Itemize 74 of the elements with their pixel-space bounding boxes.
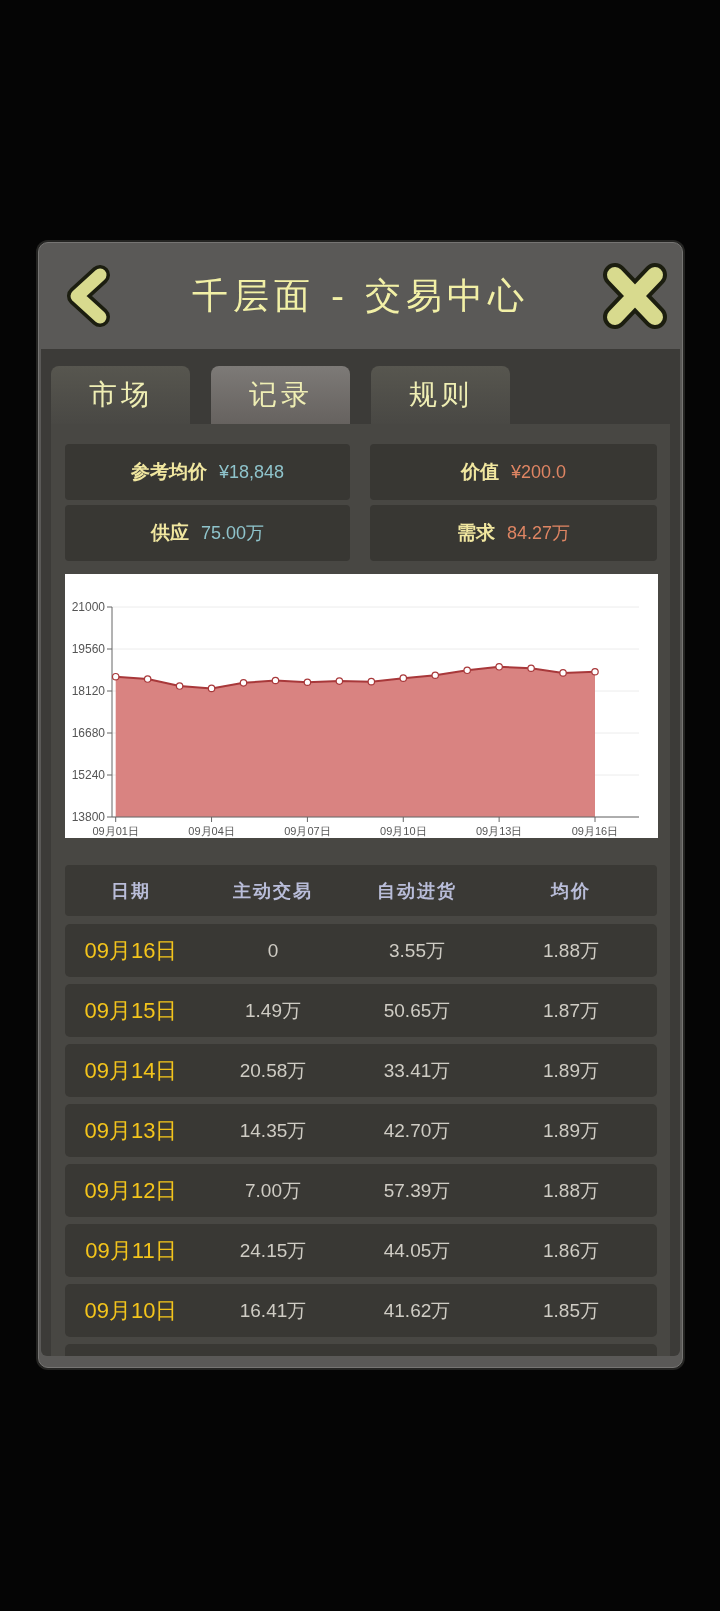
data-point <box>175 682 184 690</box>
table-header-cell-text: 日期 <box>110 878 152 903</box>
table-cell-text: 24.15万 <box>238 1238 308 1263</box>
axis-tick-label: 13800 <box>71 810 105 824</box>
data-point <box>495 663 503 671</box>
stat-label: 参考均价 <box>130 459 207 484</box>
axis-tick-label: 09月07日 <box>284 825 331 837</box>
axis-tick-label: 09月04日 <box>188 825 235 837</box>
stat-value: ¥200.0 <box>510 461 567 483</box>
table-cell-text: 1.89万 <box>542 1118 600 1143</box>
table-cell-text: 7.00万 <box>244 1178 302 1203</box>
data-point <box>559 669 567 677</box>
table-cell-text: 1.49万 <box>244 998 302 1023</box>
table-cell-text: 1.89万 <box>542 1058 600 1083</box>
table-cell-text: 41.62万 <box>382 1298 452 1323</box>
data-point <box>271 676 280 685</box>
data-point <box>207 684 216 693</box>
table-cell-text: 50.65万 <box>382 998 452 1023</box>
table-cell-text: 0 <box>266 939 280 962</box>
axis-tick-label: 16680 <box>71 726 105 740</box>
table-cell-text: 1.86万 <box>542 1238 600 1263</box>
table-cell-text: 09月14日 <box>83 1056 179 1085</box>
table-cell-text: 1.85万 <box>542 1298 600 1323</box>
dialog-title: 千层面 - 交易中心 <box>190 273 531 318</box>
data-point <box>431 671 440 680</box>
table-cell-text: 33.41万 <box>382 1058 452 1083</box>
data-point <box>463 666 471 675</box>
table-cell-text: 42.70万 <box>382 1118 452 1143</box>
table-header-cell-text: 自动进货 <box>376 878 458 903</box>
table-header-cell-text: 均价 <box>549 878 592 903</box>
close-icon[interactable] <box>601 261 669 331</box>
table-cell-text: 3.55万 <box>388 938 446 963</box>
stat-label: 供应 <box>150 520 189 545</box>
stat-label: 价值 <box>460 459 499 484</box>
table-cell-text: 57.39万 <box>382 1178 452 1203</box>
table-cell-text: 09月15日 <box>83 996 179 1025</box>
table-cell-text: 09月13日 <box>83 1116 179 1145</box>
table-header-cell-text: 主动交易 <box>232 878 314 903</box>
tab[interactable]: 记录 <box>211 366 350 424</box>
stat-value: 84.27万 <box>506 522 570 545</box>
data-point <box>143 675 152 683</box>
data-point <box>591 667 599 676</box>
data-point <box>303 678 312 687</box>
data-point <box>399 674 408 682</box>
stat-value: ¥18,848 <box>218 461 285 483</box>
data-point <box>111 672 120 681</box>
table-cell-text: 09月11日 <box>84 1236 178 1265</box>
data-point <box>367 677 376 686</box>
tab[interactable]: 规则 <box>371 366 510 424</box>
table-cell-text: 1.87万 <box>542 998 600 1023</box>
axis-tick-label: 09月01日 <box>92 825 139 837</box>
data-point <box>335 677 344 685</box>
table-cell-text: 09月10日 <box>83 1296 179 1325</box>
stat-label: 需求 <box>456 520 495 545</box>
tab[interactable]: 市场 <box>51 366 190 424</box>
axis-tick-label: 19560 <box>71 642 105 656</box>
table-cell-text: 1.88万 <box>542 1178 600 1203</box>
table-cell-text: 14.35万 <box>238 1118 308 1143</box>
table-cell-text: 44.05万 <box>382 1238 452 1263</box>
axis-tick-label: 21000 <box>71 600 105 614</box>
axis-tick-label: 15240 <box>71 768 105 782</box>
axis-tick-label: 18120 <box>71 684 105 698</box>
table-cell-text: 09月12日 <box>83 1176 179 1205</box>
table-cell-text: 1.88万 <box>542 938 600 963</box>
axis-tick-label: 09月10日 <box>380 825 427 837</box>
data-point <box>239 679 248 687</box>
table-cell-text: 20.58万 <box>238 1058 308 1083</box>
table-cell-text: 16.41万 <box>238 1298 308 1323</box>
stat-value: 75.00万 <box>200 522 264 545</box>
back-icon[interactable] <box>64 264 112 328</box>
table-cell-text: 09月16日 <box>83 936 179 965</box>
axis-tick-label: 09月16日 <box>571 825 619 837</box>
data-point <box>527 664 535 673</box>
axis-tick-label: 09月13日 <box>475 825 523 837</box>
